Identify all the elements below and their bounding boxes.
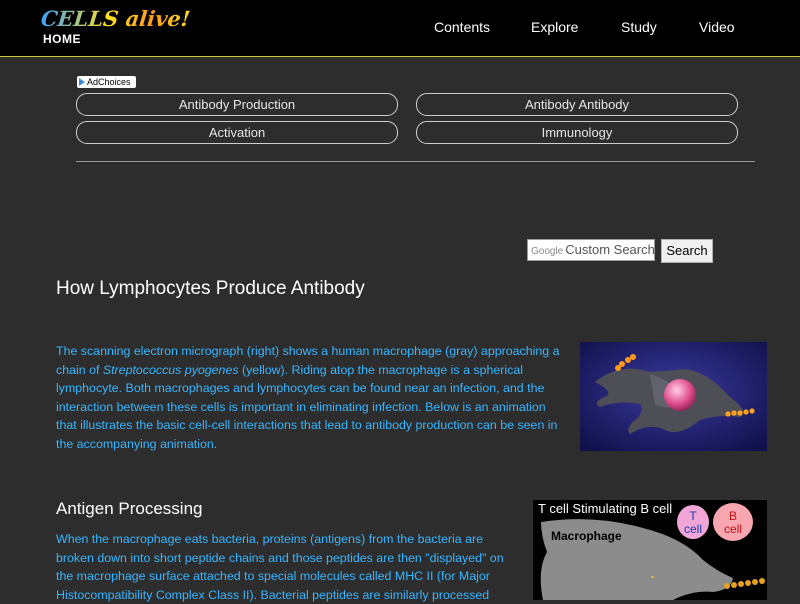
- search-input[interactable]: Google Custom Search: [527, 239, 655, 261]
- section-heading: Antigen Processing: [56, 499, 203, 518]
- site-header: CELLS alive! HOME Contents Explore Study…: [0, 0, 800, 57]
- intro-paragraph: The scanning electron micrograph (right)…: [56, 342, 562, 454]
- divider: [76, 161, 755, 162]
- t-cell-b-cell-animation: T cell Stimulating B cell Macrophage T c…: [533, 500, 767, 600]
- page-title: How Lymphocytes Produce Antibody: [56, 278, 365, 299]
- intro-italic: Streptococcus pyogenes: [102, 362, 239, 377]
- animation-title: T cell Stimulating B cell: [538, 501, 673, 516]
- nav-video[interactable]: Video: [699, 19, 735, 35]
- nav-study[interactable]: Study: [621, 19, 657, 35]
- section-paragraph: When the macrophage eats bacteria, prote…: [56, 532, 504, 602]
- ad-link-activation[interactable]: Activation: [76, 121, 398, 144]
- nav-explore[interactable]: Explore: [531, 19, 578, 35]
- ad-link-antibody-antibody[interactable]: Antibody Antibody: [416, 93, 738, 116]
- google-label: Google: [531, 246, 564, 257]
- logo-text: CELLS alive!: [39, 6, 192, 31]
- t-cell-label: T cell: [683, 509, 702, 536]
- home-link[interactable]: HOME: [43, 32, 81, 46]
- b-cell-label: B cell: [723, 509, 742, 536]
- macrophage-label: Macrophage: [551, 529, 622, 543]
- adchoices-badge[interactable]: AdChoices: [77, 76, 136, 88]
- sem-micrograph-image: [580, 342, 767, 451]
- micrograph-graphic: [580, 342, 767, 451]
- adchoices-label: AdChoices: [87, 77, 131, 87]
- search-placeholder: Custom Search: [565, 242, 655, 257]
- search-button[interactable]: Search: [661, 239, 713, 263]
- ad-link-antibody-production[interactable]: Antibody Production: [76, 93, 398, 116]
- adchoices-icon: [79, 78, 85, 86]
- ad-link-immunology[interactable]: Immunology: [416, 121, 738, 144]
- site-logo[interactable]: CELLS alive! HOME: [40, 6, 192, 50]
- nav-contents[interactable]: Contents: [434, 19, 490, 35]
